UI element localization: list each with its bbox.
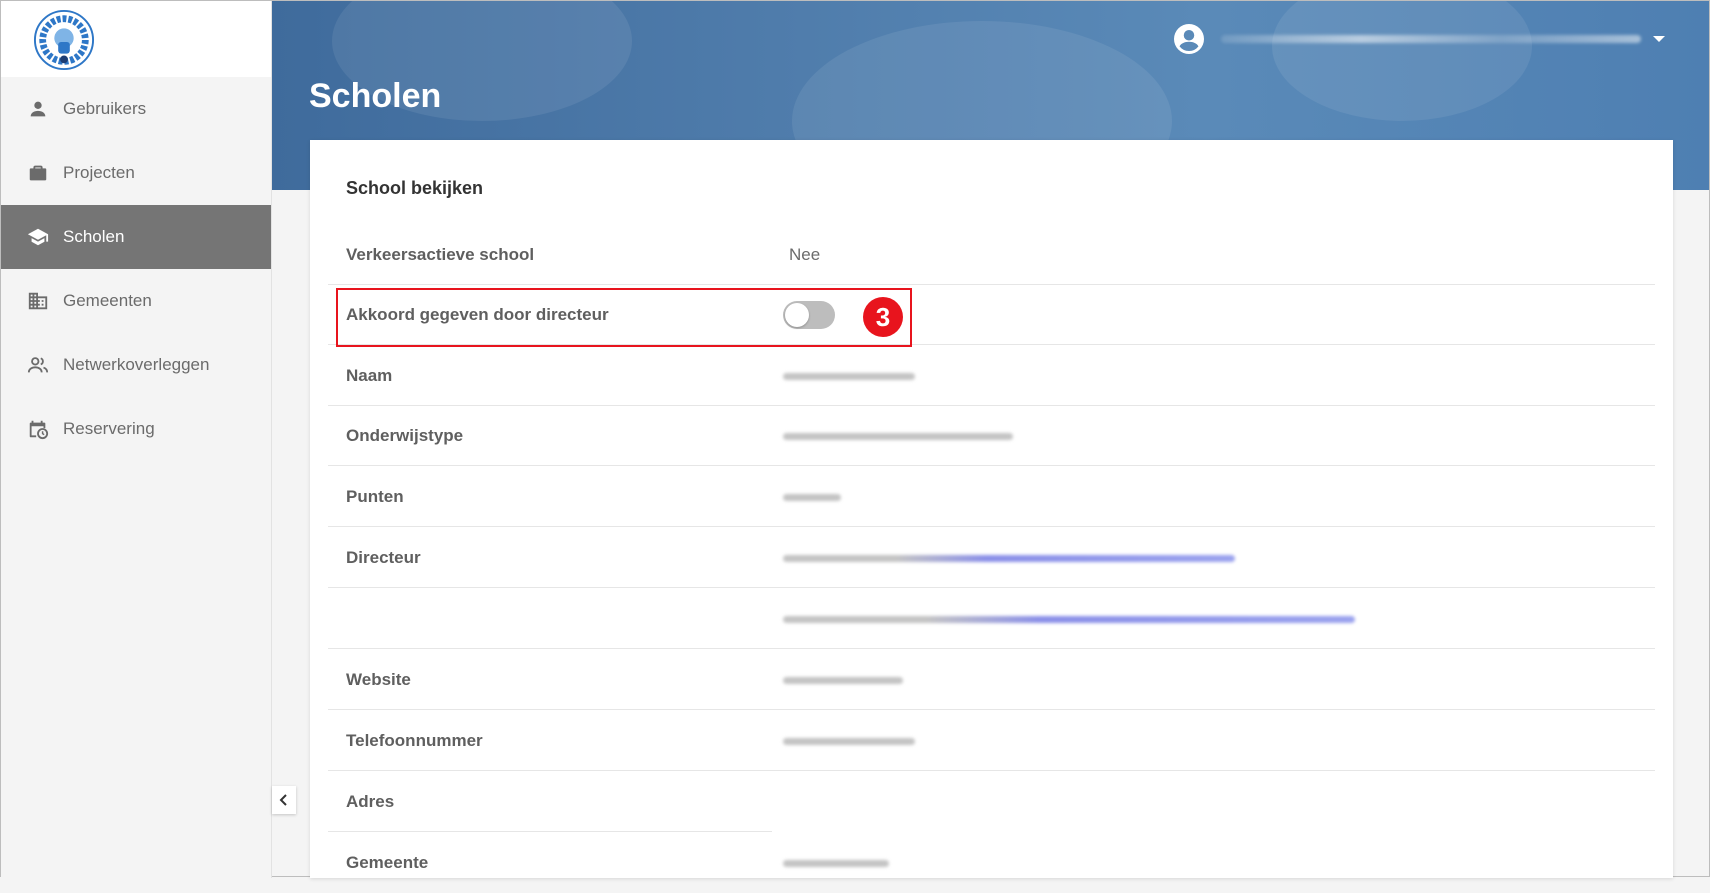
detail-row: Naam xyxy=(328,346,1655,406)
calendar-clock-icon xyxy=(27,418,49,440)
logo-area xyxy=(1,1,271,77)
redacted-value xyxy=(783,432,1013,440)
sidebar-item-scholen[interactable]: Scholen xyxy=(1,205,271,269)
field-value: Nee xyxy=(789,244,821,264)
sidebar-item-label: Projecten xyxy=(63,163,135,182)
field-label: Gemeente xyxy=(346,853,429,872)
school-detail-card: School bekijken Verkeersactieve school N… xyxy=(310,140,1673,878)
caret-down-icon xyxy=(1653,36,1665,42)
sidebar-item-projecten[interactable]: Projecten xyxy=(1,141,271,205)
detail-row: Website xyxy=(328,650,1655,710)
field-label: Verkeersactieve school xyxy=(346,244,535,264)
card-title: School bekijken xyxy=(346,178,484,198)
toggle-knob xyxy=(785,302,809,327)
sidebar-item-label: Scholen xyxy=(63,227,125,246)
redacted-value xyxy=(783,676,903,684)
briefcase-icon xyxy=(27,162,49,184)
field-label: Directeur xyxy=(346,547,421,567)
redacted-director-link[interactable] xyxy=(783,554,1235,562)
redacted-value xyxy=(783,372,915,380)
field-label: Punten xyxy=(346,486,404,506)
sidebar-item-reservering[interactable]: Reservering xyxy=(1,397,271,461)
chevron-left-icon xyxy=(279,794,287,806)
step-badge: 3 xyxy=(863,297,903,337)
redacted-value xyxy=(783,493,841,501)
user-menu[interactable] xyxy=(1171,21,1665,57)
sidebar-item-label: Reservering xyxy=(63,419,155,438)
sidebar-item-gebruikers[interactable]: Gebruikers xyxy=(1,77,271,141)
sidebar-item-label: Gebruikers xyxy=(63,99,147,118)
account-circle-icon xyxy=(1171,21,1207,57)
verkeersactieve-school-logo[interactable] xyxy=(33,9,95,71)
person-icon xyxy=(27,98,49,120)
sidebar-item-label: Netwerkoverleggen xyxy=(63,355,210,374)
detail-row xyxy=(328,589,1655,649)
detail-row: Onderwijstype xyxy=(328,406,1655,466)
redacted-value xyxy=(783,860,889,867)
field-label: Onderwijstype xyxy=(346,425,464,445)
detail-row: Gemeente xyxy=(328,833,1655,893)
field-label: Naam xyxy=(346,365,393,385)
header-background xyxy=(1272,1,1532,121)
school-icon xyxy=(27,226,49,248)
redacted-value xyxy=(783,737,915,745)
director-approval-toggle[interactable] xyxy=(783,300,835,329)
detail-row: Adres xyxy=(328,772,772,832)
sidebar: Gebruikers Projecten Scholen Gemeenten N… xyxy=(1,1,272,878)
field-label: Akkoord gegeven door directeur xyxy=(346,304,609,324)
detail-row: Punten xyxy=(328,467,1655,527)
detail-row: Directeur xyxy=(328,528,1655,588)
field-label: Website xyxy=(346,669,411,689)
field-label: Adres xyxy=(346,791,395,811)
sidebar-item-label: Gemeenten xyxy=(63,291,152,310)
collapse-sidebar-button[interactable] xyxy=(272,786,296,814)
page-title: Scholen xyxy=(309,77,442,115)
field-label: Telefoonnummer xyxy=(346,730,483,750)
username-redacted xyxy=(1221,35,1641,43)
detail-row: Verkeersactieve school Nee xyxy=(328,225,1655,285)
detail-row: Akkoord gegeven door directeur xyxy=(328,285,1655,345)
sidebar-item-netwerkoverleggen[interactable]: Netwerkoverleggen xyxy=(1,333,271,397)
building-icon xyxy=(27,290,49,312)
sidebar-item-gemeenten[interactable]: Gemeenten xyxy=(1,269,271,333)
group-icon xyxy=(27,354,49,376)
redacted-email-link[interactable] xyxy=(783,615,1355,623)
detail-row: Telefoonnummer xyxy=(328,711,1655,771)
